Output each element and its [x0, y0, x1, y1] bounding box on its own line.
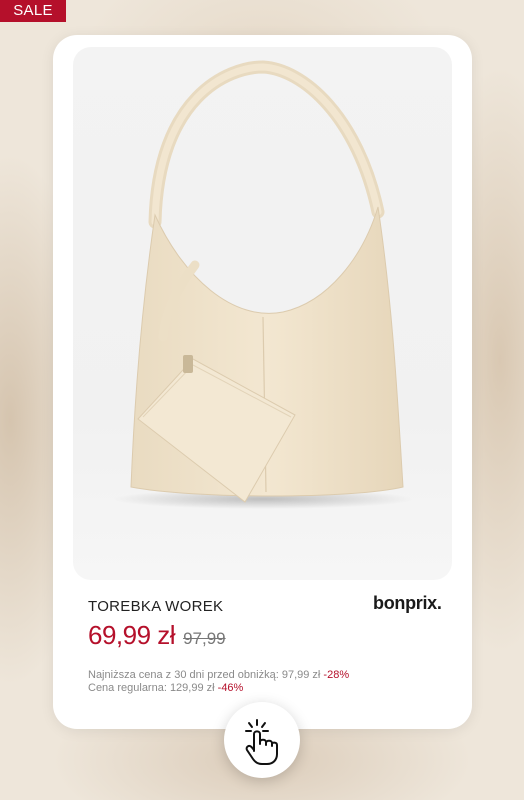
- hand-tap-icon: [245, 719, 278, 765]
- lowest-price-label: Najniższa cena z 30 dni przed obniżką: 9…: [88, 669, 321, 681]
- current-price: 69,99 zł: [88, 620, 176, 650]
- product-title: TOREBKA WOREK: [88, 598, 224, 615]
- product-image[interactable]: [73, 47, 452, 580]
- regular-price-label: Cena regularna: 129,99 zł: [88, 682, 215, 694]
- handbag-image: [113, 60, 413, 509]
- regular-price-line: Cena regularna: 129,99 zł -46%: [88, 682, 349, 695]
- tap-button[interactable]: [224, 702, 300, 778]
- lowest-price-discount: -28%: [323, 669, 350, 681]
- price-info: Najniższa cena z 30 dni przed obniżką: 9…: [88, 669, 349, 695]
- old-price: 97,99: [183, 629, 226, 648]
- regular-price-discount: -46%: [217, 682, 244, 694]
- lowest-price-line: Najniższa cena z 30 dni przed obniżką: 9…: [88, 669, 349, 682]
- price-row: 69,99 zł 97,99: [88, 620, 226, 651]
- brand-logo: bonprix.: [373, 593, 442, 613]
- sale-badge: SALE: [0, 0, 66, 22]
- product-card[interactable]: TOREBKA WOREK bonprix. 69,99 zł 97,99 Na…: [53, 35, 472, 729]
